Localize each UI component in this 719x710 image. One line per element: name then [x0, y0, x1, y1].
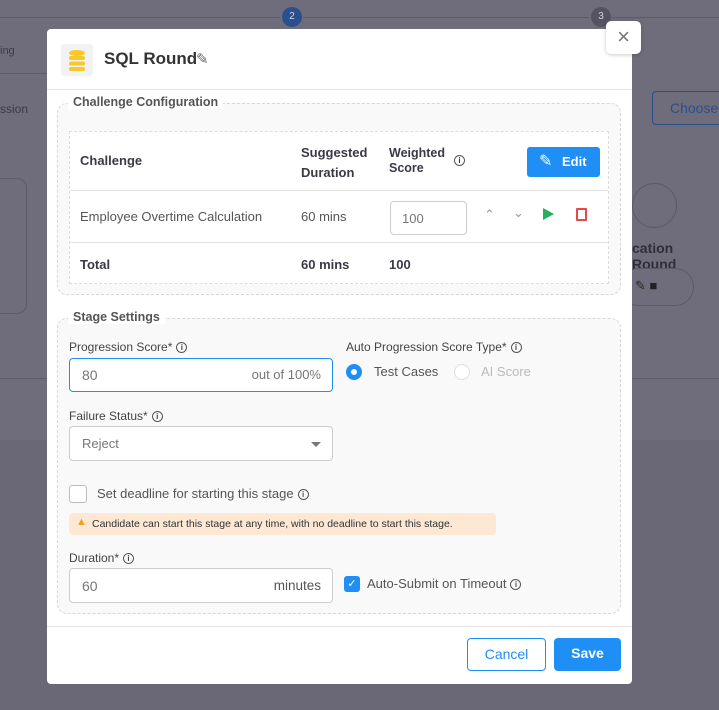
challenge-configuration: Challenge Configuration Challenge Sugges…	[57, 95, 621, 295]
radio-ai-score[interactable]	[454, 364, 470, 380]
challenge-name: Employee Overtime Calculation	[80, 209, 263, 224]
cube-icon	[632, 183, 677, 228]
input-suffix: minutes	[273, 578, 321, 593]
stepper-line	[303, 17, 589, 18]
bg-text: ing	[0, 45, 15, 57]
bg-text: ssion	[0, 102, 29, 116]
move-up-icon[interactable]: ⌃	[484, 207, 495, 223]
header-duration: Suggested Duration	[301, 145, 368, 180]
choose-button[interactable]: Choose	[652, 91, 719, 125]
stepper-line	[0, 17, 280, 18]
edit-label: Edit	[562, 154, 587, 169]
input-suffix: out of 100%	[251, 367, 321, 382]
table-row: Employee Overtime Calculation 60 mins 10…	[70, 191, 608, 243]
input-value: 80	[82, 367, 98, 383]
trash-icon[interactable]: ■	[650, 278, 658, 293]
delete-icon[interactable]	[576, 208, 587, 221]
challenge-duration: 60 mins	[301, 209, 347, 224]
input-value: 60	[82, 578, 98, 594]
duration-input[interactable]: 60 minutes	[69, 568, 333, 603]
failure-status-select[interactable]: Reject	[69, 426, 333, 461]
info-icon[interactable]: i	[510, 342, 522, 354]
auto-submit-checkbox[interactable]: ✓	[344, 576, 360, 592]
edit-button[interactable]: ✎ Edit	[527, 147, 600, 177]
auto-submit-label: Auto-Submit on Timeout i	[367, 576, 522, 591]
label-text: Auto-Submit on Timeout	[367, 576, 507, 591]
move-down-icon[interactable]: ⌄	[513, 205, 524, 221]
label-text: Progression Score*	[69, 340, 173, 354]
failure-label: Failure Status* i	[69, 409, 163, 423]
play-icon[interactable]	[543, 208, 554, 220]
total-score: 100	[389, 257, 411, 272]
label-text: Auto Progression Score Type*	[346, 340, 507, 354]
duration-label: Duration* i	[69, 551, 135, 565]
deadline-label: Set deadline for starting this stage i	[97, 486, 309, 501]
caret-down-icon	[311, 442, 321, 447]
footer-divider	[47, 626, 632, 627]
bg-card	[0, 178, 27, 314]
stage-modal: SQL Round ✎ Challenge Configuration Chal…	[47, 29, 632, 684]
edit-title-icon[interactable]: ✎	[196, 50, 209, 68]
step-2[interactable]: 2	[282, 7, 302, 27]
deadline-checkbox[interactable]	[69, 485, 87, 503]
stepper-line	[612, 17, 719, 18]
label-text: Duration*	[69, 551, 120, 565]
section-legend: Stage Settings	[68, 310, 165, 324]
modal-title: SQL Round	[104, 49, 198, 68]
info-icon[interactable]: i	[510, 579, 522, 591]
pencil-icon: ✎	[539, 153, 553, 170]
header-score: Weighted Score	[389, 146, 446, 175]
radio-label: AI Score	[481, 364, 531, 379]
total-label: Total	[80, 257, 111, 272]
info-icon[interactable]: i	[454, 155, 465, 166]
label-text: Set deadline for starting this stage	[97, 486, 294, 501]
warning-text: Candidate can start this stage at any ti…	[92, 518, 453, 530]
select-value: Reject	[82, 436, 119, 451]
database-icon	[61, 44, 93, 76]
info-icon[interactable]: i	[297, 489, 309, 501]
cancel-button[interactable]: Cancel	[467, 638, 546, 671]
auto-type-label: Auto Progression Score Type* i	[346, 340, 522, 354]
label-text: Failure Status*	[69, 409, 148, 423]
stage-settings: Stage Settings Progression Score* i 80 ou…	[57, 310, 621, 614]
warning-icon: ▲	[76, 516, 87, 528]
header-challenge: Challenge	[80, 153, 143, 168]
section-legend: Challenge Configuration	[68, 95, 224, 109]
radio-test-cases[interactable]	[346, 364, 362, 380]
progression-label: Progression Score* i	[69, 340, 188, 354]
radio-label: Test Cases	[374, 364, 439, 379]
weighted-score-input[interactable]: 100	[390, 201, 467, 235]
total-row: Total 60 mins 100	[70, 243, 608, 284]
challenge-table: Challenge Suggested Duration Weighted Sc…	[69, 131, 609, 284]
warning-banner: ▲ Candidate can start this stage at any …	[69, 513, 496, 535]
pencil-icon[interactable]: ✎	[635, 278, 646, 293]
info-icon[interactable]: i	[151, 411, 163, 423]
info-icon[interactable]: i	[123, 553, 135, 565]
table-header: Challenge Suggested Duration Weighted Sc…	[70, 132, 608, 191]
info-icon[interactable]: i	[176, 342, 188, 354]
modal-header: SQL Round ✎	[47, 29, 632, 90]
close-button[interactable]: ×	[606, 21, 641, 54]
save-button[interactable]: Save	[554, 638, 621, 671]
progression-score-input[interactable]: 80 out of 100%	[69, 358, 333, 392]
total-duration: 60 mins	[301, 257, 350, 272]
divider	[0, 73, 47, 74]
